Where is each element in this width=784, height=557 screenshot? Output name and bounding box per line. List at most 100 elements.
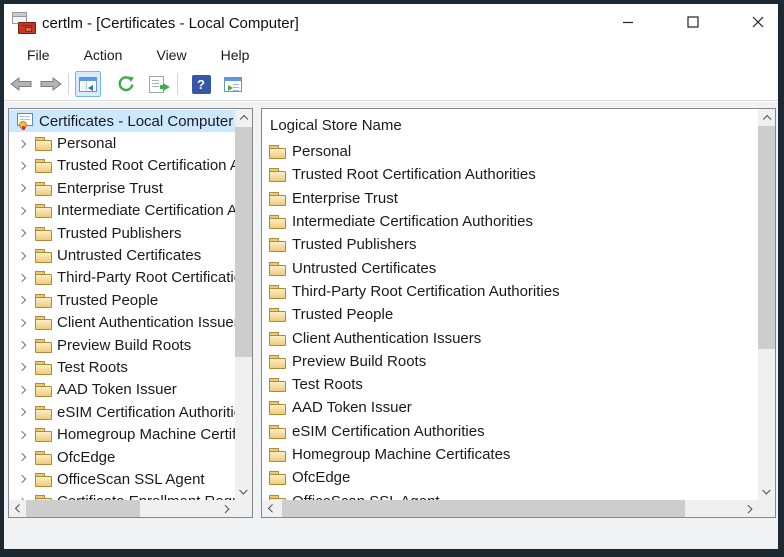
tree-item[interactable]: Third-Party Root Certification Authoriti… xyxy=(9,267,235,289)
folder-icon xyxy=(35,136,52,151)
list-item[interactable]: Intermediate Certification Authorities xyxy=(262,210,758,233)
tree-hscroll-thumb[interactable] xyxy=(26,500,140,517)
tree-viewport: Certificates - Local Computer Personal xyxy=(9,109,235,500)
forward-button[interactable] xyxy=(38,71,64,97)
show-hide-console-tree-button[interactable] xyxy=(75,71,101,97)
main-area: Certificates - Local Computer Personal xyxy=(4,102,778,549)
tree-item[interactable]: Preview Build Roots xyxy=(9,334,235,356)
column-header-logical-store-name[interactable]: Logical Store Name xyxy=(270,117,402,134)
tree-vscroll-thumb[interactable] xyxy=(235,127,252,357)
tree-item[interactable]: Enterprise Trust xyxy=(9,177,235,199)
tree-vertical-scrollbar[interactable] xyxy=(235,109,252,500)
minimize-button[interactable] xyxy=(617,11,639,33)
list-item[interactable]: Trusted Publishers xyxy=(262,233,758,256)
tree-item[interactable]: Trusted People xyxy=(9,289,235,311)
show-hide-action-pane-button[interactable] xyxy=(220,71,246,97)
tree-item[interactable]: eSIM Certification Authorities xyxy=(9,401,235,423)
list-item[interactable]: eSIM Certification Authorities xyxy=(262,420,758,443)
list-item[interactable]: Client Authentication Issuers xyxy=(262,326,758,349)
expand-chevron[interactable] xyxy=(9,208,35,214)
folder-icon xyxy=(35,338,52,353)
expand-chevron[interactable] xyxy=(9,185,35,191)
list-item[interactable]: Preview Build Roots xyxy=(262,350,758,373)
scroll-down-button[interactable] xyxy=(758,483,775,500)
list-item[interactable]: Personal xyxy=(262,140,758,163)
tree-item[interactable]: OfficeScan SSL Agent xyxy=(9,468,235,490)
chevron-right-icon xyxy=(744,505,752,513)
tree-item[interactable]: Trusted Publishers xyxy=(9,222,235,244)
scroll-right-button[interactable] xyxy=(741,500,758,517)
expand-chevron[interactable] xyxy=(9,387,35,393)
tree-item-label: Third-Party Root Certification Authoriti… xyxy=(57,269,235,286)
expand-chevron[interactable] xyxy=(9,275,35,281)
menu-item[interactable]: Help xyxy=(210,44,261,66)
chevron-down-icon xyxy=(240,486,248,494)
folder-icon xyxy=(269,400,286,415)
scroll-right-button[interactable] xyxy=(218,500,235,517)
tree-item[interactable]: Untrusted Certificates xyxy=(9,244,235,266)
menu-item[interactable]: File xyxy=(16,44,61,66)
close-button[interactable] xyxy=(747,11,769,33)
list-item[interactable]: Homegroup Machine Certificates xyxy=(262,443,758,466)
chevron-right-icon xyxy=(18,408,26,416)
expand-chevron[interactable] xyxy=(9,364,35,370)
expand-chevron[interactable] xyxy=(9,409,35,415)
list-item[interactable]: Trusted People xyxy=(262,303,758,326)
expand-chevron[interactable] xyxy=(9,230,35,236)
refresh-icon xyxy=(117,75,135,93)
scroll-down-button[interactable] xyxy=(235,483,252,500)
action-pane-icon xyxy=(224,77,242,92)
tree-item[interactable]: Intermediate Certification Authorities xyxy=(9,200,235,222)
list-item-label: AAD Token Issuer xyxy=(292,399,412,416)
list-item[interactable]: Test Roots xyxy=(262,373,758,396)
expand-chevron[interactable] xyxy=(9,163,35,169)
expand-chevron[interactable] xyxy=(9,253,35,259)
expand-chevron[interactable] xyxy=(9,320,35,326)
tree-item[interactable]: Trusted Root Certification Authorities xyxy=(9,155,235,177)
expand-chevron[interactable] xyxy=(9,342,35,348)
list-vertical-scrollbar[interactable] xyxy=(758,109,775,500)
tree-horizontal-scrollbar[interactable] xyxy=(9,500,235,517)
export-list-button[interactable] xyxy=(143,71,169,97)
toolbar-separator xyxy=(177,73,178,95)
expand-chevron[interactable] xyxy=(9,141,35,147)
scroll-left-button[interactable] xyxy=(262,500,279,517)
list-item[interactable]: Third-Party Root Certification Authoriti… xyxy=(262,280,758,303)
tree-item[interactable]: Client Authentication Issuers xyxy=(9,312,235,334)
list-item[interactable]: AAD Token Issuer xyxy=(262,396,758,419)
tree-item[interactable]: Test Roots xyxy=(9,356,235,378)
chevron-right-icon xyxy=(18,207,26,215)
tree-item[interactable]: Personal xyxy=(9,132,235,154)
tree-item-label: Trusted Root Certification Authorities xyxy=(57,157,235,174)
tree-item[interactable]: Certificate Enrollment Requests xyxy=(9,491,235,500)
list-item[interactable]: OfcEdge xyxy=(262,466,758,489)
tree-item[interactable]: AAD Token Issuer xyxy=(9,379,235,401)
help-button[interactable]: ? xyxy=(188,71,214,97)
list-horizontal-scrollbar[interactable] xyxy=(262,500,758,517)
expand-chevron[interactable] xyxy=(9,476,35,482)
folder-icon xyxy=(269,354,286,369)
list-item[interactable]: Enterprise Trust xyxy=(262,187,758,210)
menu-item[interactable]: View xyxy=(145,44,197,66)
list-item[interactable]: Untrusted Certificates xyxy=(262,256,758,279)
menu-item[interactable]: Action xyxy=(73,44,134,66)
list-item[interactable]: OfficeScan SSL Agent xyxy=(262,489,758,500)
list-vscroll-thumb[interactable] xyxy=(758,126,775,349)
expand-chevron[interactable] xyxy=(9,297,35,303)
list-item-label: Trusted People xyxy=(292,306,393,323)
menu-bar: File Action View Help xyxy=(4,42,778,68)
list-item[interactable]: Trusted Root Certification Authorities xyxy=(262,163,758,186)
tree-item[interactable]: OfcEdge xyxy=(9,446,235,468)
refresh-button[interactable] xyxy=(113,71,139,97)
tree-item[interactable]: Homegroup Machine Certificates xyxy=(9,423,235,445)
maximize-button[interactable] xyxy=(682,11,704,33)
tree-root-item[interactable]: Certificates - Local Computer xyxy=(9,110,235,132)
list-hscroll-thumb[interactable] xyxy=(282,500,685,517)
scroll-up-button[interactable] xyxy=(235,109,252,126)
expand-chevron[interactable] xyxy=(9,454,35,460)
scroll-left-button[interactable] xyxy=(9,500,26,517)
folder-icon xyxy=(269,191,286,206)
scroll-up-button[interactable] xyxy=(758,109,775,126)
expand-chevron[interactable] xyxy=(9,432,35,438)
back-button[interactable] xyxy=(8,71,34,97)
